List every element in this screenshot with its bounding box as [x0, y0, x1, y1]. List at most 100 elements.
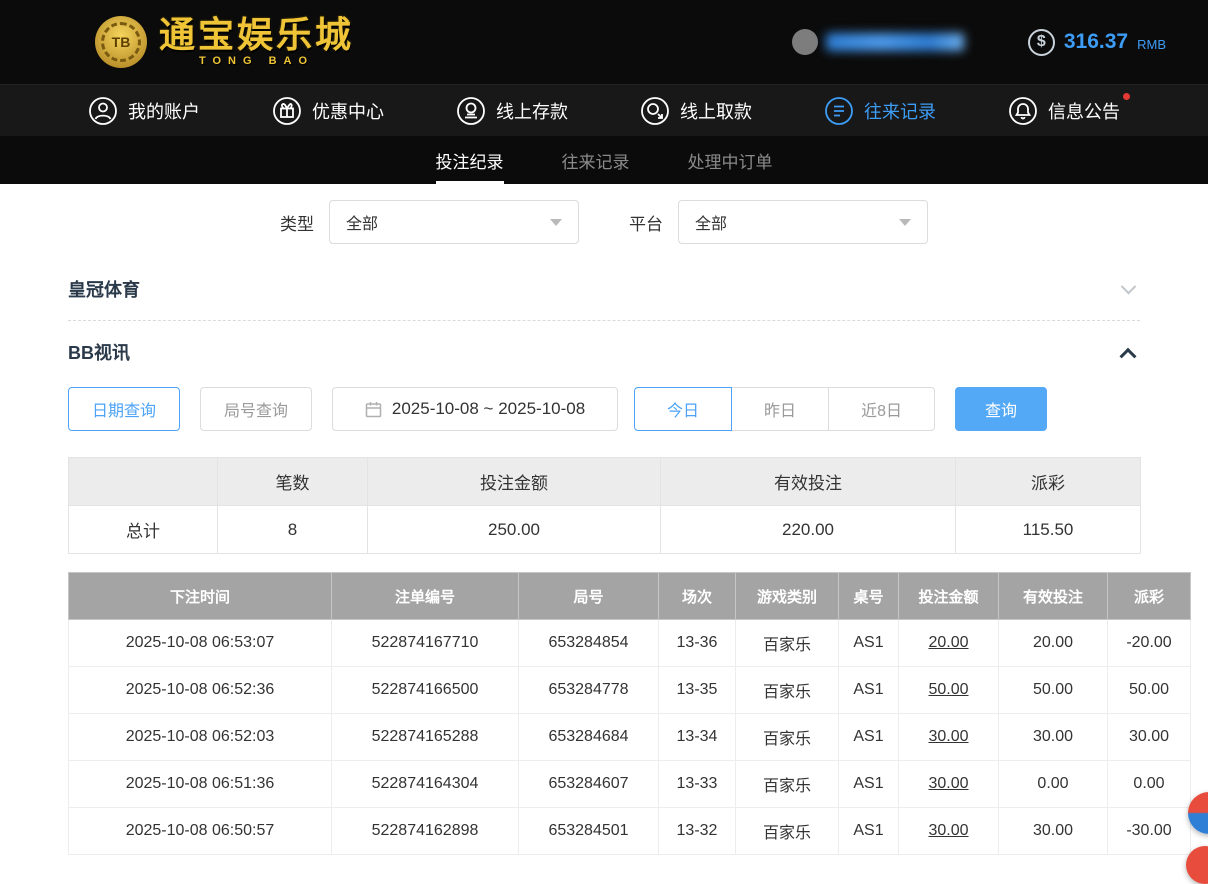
user-account-area[interactable]	[792, 29, 964, 55]
chevron-down-icon	[1121, 278, 1137, 294]
cell-valid-bet: 50.00	[999, 667, 1108, 714]
logo-main-text: 通宝娱乐城	[159, 17, 354, 53]
cell-bet-time: 2025-10-08 06:50:57	[69, 808, 332, 855]
cell-order-number: 522874164304	[332, 761, 519, 808]
floating-service-widget[interactable]	[1188, 792, 1208, 834]
table-row: 2025-10-08 06:52:03 522874165288 6532846…	[69, 714, 1191, 761]
cell-bet-amount-link[interactable]: 30.00	[899, 714, 999, 761]
site-logo[interactable]: TB 通宝娱乐城 TONG BAO	[95, 16, 354, 68]
bell-icon	[1008, 96, 1038, 126]
nav-item-records[interactable]: 往来记录	[824, 96, 936, 126]
query-toolbar: 日期查询 局号查询 2025-10-08 ~ 2025-10-08 今日 昨日 …	[68, 387, 1140, 431]
last8days-button[interactable]: 近8日	[828, 387, 935, 431]
nav-label: 线上存款	[496, 98, 568, 124]
platform-select[interactable]: 全部	[678, 200, 928, 244]
header-valid-bet: 有效投注	[999, 573, 1108, 620]
bet-table-body: 2025-10-08 06:53:07 522874167710 6532848…	[69, 620, 1191, 855]
summary-header-count: 笔数	[218, 458, 368, 506]
type-filter-group: 类型 全部	[280, 200, 579, 244]
search-button[interactable]: 查询	[955, 387, 1047, 431]
nav-label: 我的账户	[128, 98, 200, 124]
cell-round-number: 653284778	[519, 667, 659, 714]
deposit-icon	[456, 96, 486, 126]
tab-bet-records[interactable]: 投注纪录	[436, 136, 504, 184]
cell-session: 13-32	[659, 808, 736, 855]
platform-filter-group: 平台 全部	[629, 200, 928, 244]
cell-valid-bet: 0.00	[999, 761, 1108, 808]
dollar-icon: $	[1028, 29, 1055, 56]
balance-display[interactable]: $ 316.37 RMB	[1028, 29, 1166, 56]
header-payout: 派彩	[1108, 573, 1191, 620]
table-row: 2025-10-08 06:51:36 522874164304 6532846…	[69, 761, 1191, 808]
chip-badge: TB	[101, 22, 141, 62]
chevron-down-icon	[550, 219, 562, 226]
cell-table-number: AS1	[839, 808, 899, 855]
cell-order-number: 522874166500	[332, 667, 519, 714]
summary-total-count: 8	[218, 506, 368, 554]
cell-bet-amount-link[interactable]: 30.00	[899, 761, 999, 808]
cell-valid-bet: 30.00	[999, 808, 1108, 855]
cell-game-type: 百家乐	[736, 808, 839, 855]
tab-pending-orders[interactable]: 处理中订单	[688, 136, 773, 184]
cell-table-number: AS1	[839, 714, 899, 761]
quick-date-group: 今日 昨日 近8日	[634, 387, 935, 431]
date-range-value: 2025-10-08 ~ 2025-10-08	[392, 399, 585, 419]
cell-bet-amount-link[interactable]: 50.00	[899, 667, 999, 714]
cell-order-number: 522874167710	[332, 620, 519, 667]
nav-label: 往来记录	[864, 98, 936, 124]
nav-item-promotions[interactable]: 优惠中心	[272, 96, 384, 126]
date-query-button[interactable]: 日期查询	[68, 387, 180, 431]
poker-chip-icon: TB	[95, 16, 147, 68]
cell-bet-amount-link[interactable]: 30.00	[899, 808, 999, 855]
summary-header-row: 笔数 投注金额 有效投注 派彩	[69, 458, 1141, 506]
nav-item-announcements[interactable]: 信息公告	[1008, 96, 1120, 126]
cell-round-number: 653284607	[519, 761, 659, 808]
nav-item-deposit[interactable]: 线上存款	[456, 96, 568, 126]
table-row: 2025-10-08 06:50:57 522874162898 6532845…	[69, 808, 1191, 855]
bet-table-header-row: 下注时间 注单编号 局号 场次 游戏类别 桌号 投注金额 有效投注 派彩	[69, 573, 1191, 620]
calendar-icon	[365, 401, 382, 418]
cell-bet-time: 2025-10-08 06:52:36	[69, 667, 332, 714]
table-row: 2025-10-08 06:53:07 522874167710 6532848…	[69, 620, 1191, 667]
type-select[interactable]: 全部	[329, 200, 579, 244]
header-bet-time: 下注时间	[69, 573, 332, 620]
cell-valid-bet: 30.00	[999, 714, 1108, 761]
cell-payout: -20.00	[1108, 620, 1191, 667]
withdraw-icon	[640, 96, 670, 126]
cell-bet-amount-link[interactable]: 20.00	[899, 620, 999, 667]
cell-game-type: 百家乐	[736, 667, 839, 714]
main-navigation: 我的账户 优惠中心 线上存款 线上取款 往来记录 信息公告	[0, 84, 1208, 136]
cell-bet-time: 2025-10-08 06:51:36	[69, 761, 332, 808]
section-bb-video[interactable]: BB视讯	[68, 321, 1140, 383]
tab-transaction-records[interactable]: 往来记录	[562, 136, 630, 184]
yesterday-button[interactable]: 昨日	[731, 387, 829, 431]
platform-select-value: 全部	[695, 210, 727, 234]
header-bet-amount: 投注金额	[899, 573, 999, 620]
cell-game-type: 百家乐	[736, 620, 839, 667]
round-query-button[interactable]: 局号查询	[200, 387, 312, 431]
section-crown-sports[interactable]: 皇冠体育	[68, 258, 1140, 320]
section-title-bb-video: BB视讯	[68, 339, 130, 365]
summary-header-bet-amount: 投注金额	[368, 458, 661, 506]
today-button[interactable]: 今日	[634, 387, 732, 431]
nav-item-withdraw[interactable]: 线上取款	[640, 96, 752, 126]
date-range-picker[interactable]: 2025-10-08 ~ 2025-10-08	[332, 387, 618, 431]
cell-payout: 0.00	[1108, 761, 1191, 808]
balance-currency: RMB	[1137, 37, 1166, 52]
gift-icon	[272, 96, 302, 126]
cell-round-number: 653284684	[519, 714, 659, 761]
cell-order-number: 522874162898	[332, 808, 519, 855]
cell-round-number: 653284501	[519, 808, 659, 855]
summary-table: 笔数 投注金额 有效投注 派彩 总计 8 250.00 220.00 115.5…	[68, 457, 1141, 554]
nav-item-my-account[interactable]: 我的账户	[88, 96, 200, 126]
notification-badge-dot	[1123, 93, 1130, 100]
filter-row: 类型 全部 平台 全部	[0, 184, 1208, 258]
logo-text: 通宝娱乐城 TONG BAO	[159, 17, 354, 67]
cell-round-number: 653284854	[519, 620, 659, 667]
cell-session: 13-34	[659, 714, 736, 761]
cell-table-number: AS1	[839, 761, 899, 808]
cell-payout: 30.00	[1108, 714, 1191, 761]
cell-table-number: AS1	[839, 620, 899, 667]
masked-username	[826, 33, 964, 51]
summary-total-valid-bet: 220.00	[661, 506, 956, 554]
